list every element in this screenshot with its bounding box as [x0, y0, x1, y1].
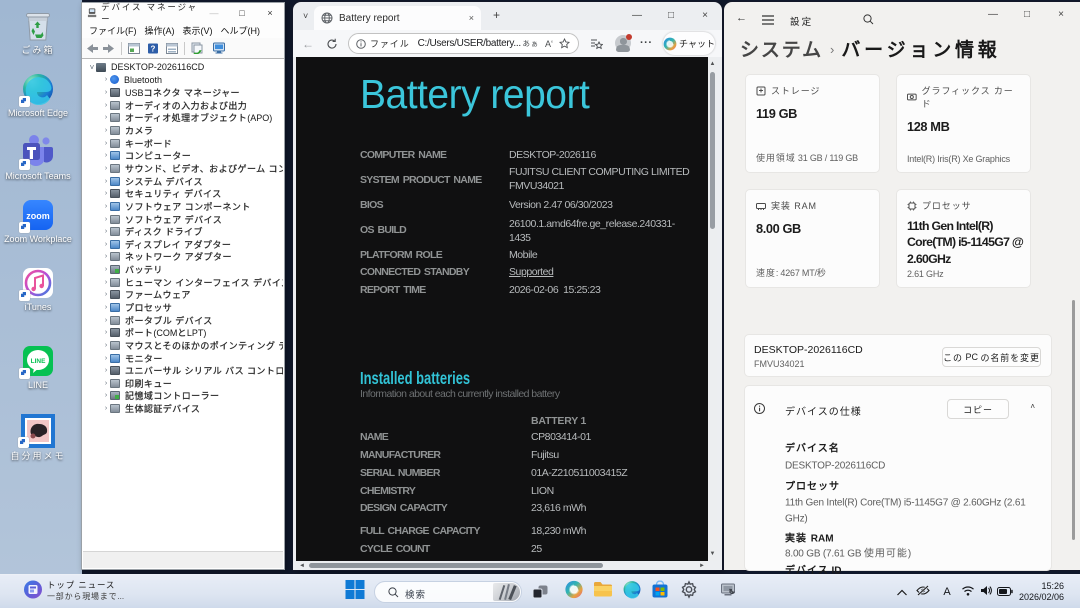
svg-text:zoom: zoom: [26, 211, 50, 221]
svg-text:LINE: LINE: [31, 358, 46, 365]
svg-text:?: ?: [151, 44, 156, 53]
